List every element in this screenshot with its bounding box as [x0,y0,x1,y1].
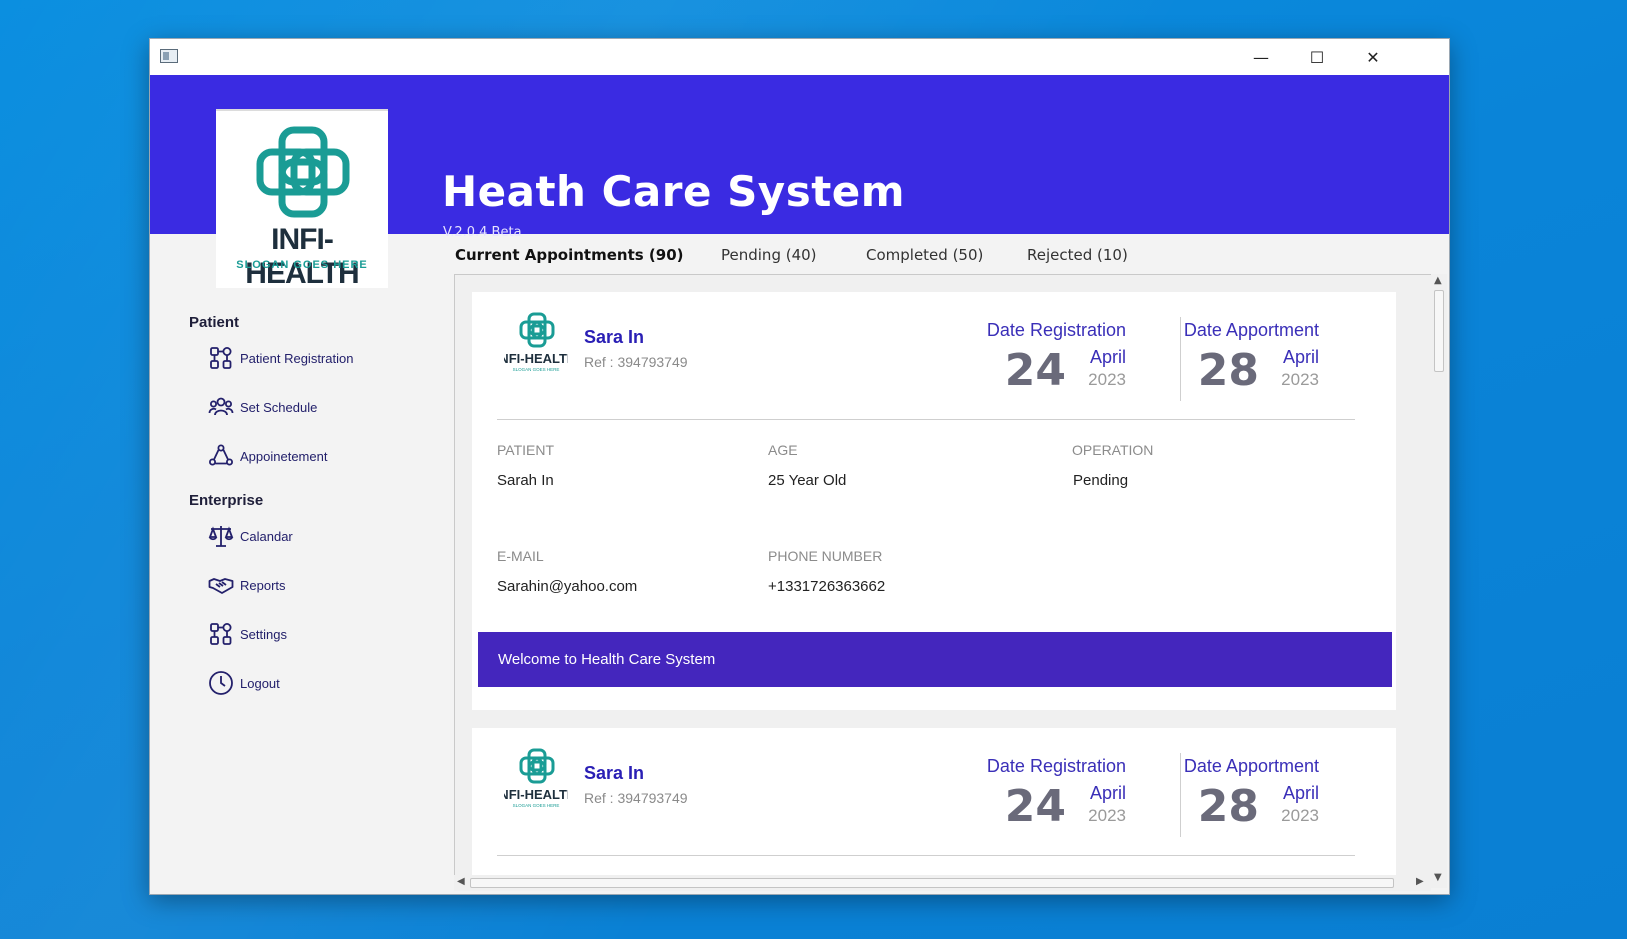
date-registration: Date Registration 24 April 2023 [956,320,1126,397]
sidebar-item-label: Settings [240,626,287,642]
sidebar-item-set-schedule[interactable]: Set Schedule [208,392,317,422]
brand-slogan: SLOGAN GOES HERE [236,259,368,271]
appointment-card: INFI-HEALTH SLOGAN GOES HERE Sara In Ref… [472,292,1396,710]
scroll-left-arrow-icon[interactable]: ◀ [457,876,465,887]
vertical-scroll-thumb[interactable] [1434,290,1444,372]
tab-rejected[interactable]: Rejected (10) [1027,246,1128,264]
date-registration-day: 24 [1004,781,1066,832]
appointment-card: INFI-HEALTH SLOGAN GOES HERE Sara In Ref… [472,728,1396,887]
scales-icon [208,526,234,547]
patient-ref: Ref : 394793749 [584,354,688,370]
scroll-right-arrow-icon[interactable]: ▶ [1416,876,1424,887]
welcome-banner: Welcome to Health Care System [478,632,1392,687]
app-title: Heath Care System [442,167,906,216]
date-registration: Date Registration 24 April 2023 [956,756,1126,833]
vertical-scrollbar[interactable]: ▲ ▼ [1431,274,1447,888]
title-bar: — ☐ ✕ [150,39,1449,75]
settings-icon [210,623,232,645]
close-button[interactable]: ✕ [1344,39,1402,75]
field-label-age: AGE [768,442,798,458]
sidebar-item-label: Appoinetement [240,448,328,464]
card-separator [497,855,1355,856]
sidebar-item-appointment[interactable]: Appoinetement [208,441,327,471]
date-registration-caption: Date Registration [986,320,1126,340]
date-registration-caption: Date Registration [986,756,1126,776]
minimize-button[interactable]: — [1232,39,1290,75]
patient-name: Sara In [584,327,645,347]
field-value-phone: +1331726363662 [768,578,886,595]
scroll-down-arrow-icon[interactable]: ▼ [1434,872,1442,883]
sidebar-item-calendar[interactable]: Calandar [208,521,293,551]
date-appointment: Date Apportment 28 April 2023 [1149,320,1319,397]
date-appointment-year: 2023 [1281,806,1319,825]
date-appointment-month: April [1282,347,1319,367]
card-logo-slogan: SLOGAN GOES HERE [513,367,560,372]
sidebar-heading-patient: Patient [189,314,240,331]
sidebar-item-label: Logout [240,675,280,691]
card-separator [497,419,1355,420]
sidebar-item-logout[interactable]: Logout [208,668,280,698]
date-appointment-caption: Date Apportment [1183,756,1319,776]
field-label-operation: OPERATION [1072,442,1154,458]
maximize-button[interactable]: ☐ [1288,39,1346,75]
window-app-icon [160,49,178,63]
clock-icon [209,671,233,695]
field-label-patient: PATIENT [497,442,555,458]
date-appointment-caption: Date Apportment [1183,320,1319,340]
card-brand-logo-icon: INFI-HEALTH SLOGAN GOES HERE [504,312,568,372]
sidebar-item-patient-registration[interactable]: Patient Registration [208,343,353,373]
patient-registration-icon [210,347,232,369]
brand-name: INFI-HEALTH [245,223,359,290]
card-logo-brand: INFI-HEALTH [504,787,568,802]
field-value-patient: Sarah In [497,472,554,489]
app-window: — ☐ ✕ Heath Care System V.2.0.4 Beta INF… [149,38,1450,895]
date-appointment-day: 28 [1197,345,1259,396]
date-appointment-year: 2023 [1281,370,1319,389]
appointments-list[interactable]: INFI-HEALTH SLOGAN GOES HERE Sara In Ref… [454,274,1434,888]
patient-name: Sara In [584,763,645,783]
field-label-phone: PHONE NUMBER [768,548,883,564]
sidebar-heading-enterprise: Enterprise [189,492,264,509]
sidebar-item-reports[interactable]: Reports [208,570,286,600]
field-value-operation: Pending [1073,472,1129,489]
date-appointment-day: 28 [1197,781,1259,832]
sidebar-item-label: Set Schedule [240,399,318,415]
field-value-age: 25 Year Old [768,472,847,489]
brand-logo: INFI-HEALTH SLOGAN GOES HERE [216,109,388,290]
sidebar-item-label: Patient Registration [240,350,354,366]
scroll-up-arrow-icon[interactable]: ▲ [1434,275,1442,286]
date-registration-year: 2023 [1088,370,1126,389]
handshake-icon [208,578,234,594]
set-schedule-icon [208,397,234,416]
card-logo-slogan: SLOGAN GOES HERE [513,803,560,808]
sidebar-item-label: Reports [240,577,286,593]
field-value-email: Sarahin@yahoo.com [497,578,638,595]
tab-pending[interactable]: Pending (40) [721,246,817,264]
date-registration-month: April [1089,783,1126,803]
tab-completed[interactable]: Completed (50) [866,246,983,264]
card-brand-logo-icon: INFI-HEALTH SLOGAN GOES HERE [504,748,568,808]
field-label-email: E-MAIL [497,548,544,564]
date-appointment: Date Apportment 28 April 2023 [1149,756,1319,833]
patient-ref: Ref : 394793749 [584,790,688,806]
app-version: V.2.0.4 Beta [443,225,522,240]
date-appointment-month: April [1282,783,1319,803]
card-logo-brand: INFI-HEALTH [504,351,568,366]
date-registration-day: 24 [1004,345,1066,396]
date-registration-year: 2023 [1088,806,1126,825]
sidebar-item-label: Calandar [240,528,293,544]
horizontal-scrollbar[interactable]: ◀ ▶ [454,875,1431,891]
appointment-icon [209,444,233,466]
tab-current-appointments[interactable]: Current Appointments (90) [455,246,684,264]
sidebar-item-settings[interactable]: Settings [208,619,287,649]
date-registration-month: April [1089,347,1126,367]
horizontal-scroll-thumb[interactable] [470,878,1394,888]
